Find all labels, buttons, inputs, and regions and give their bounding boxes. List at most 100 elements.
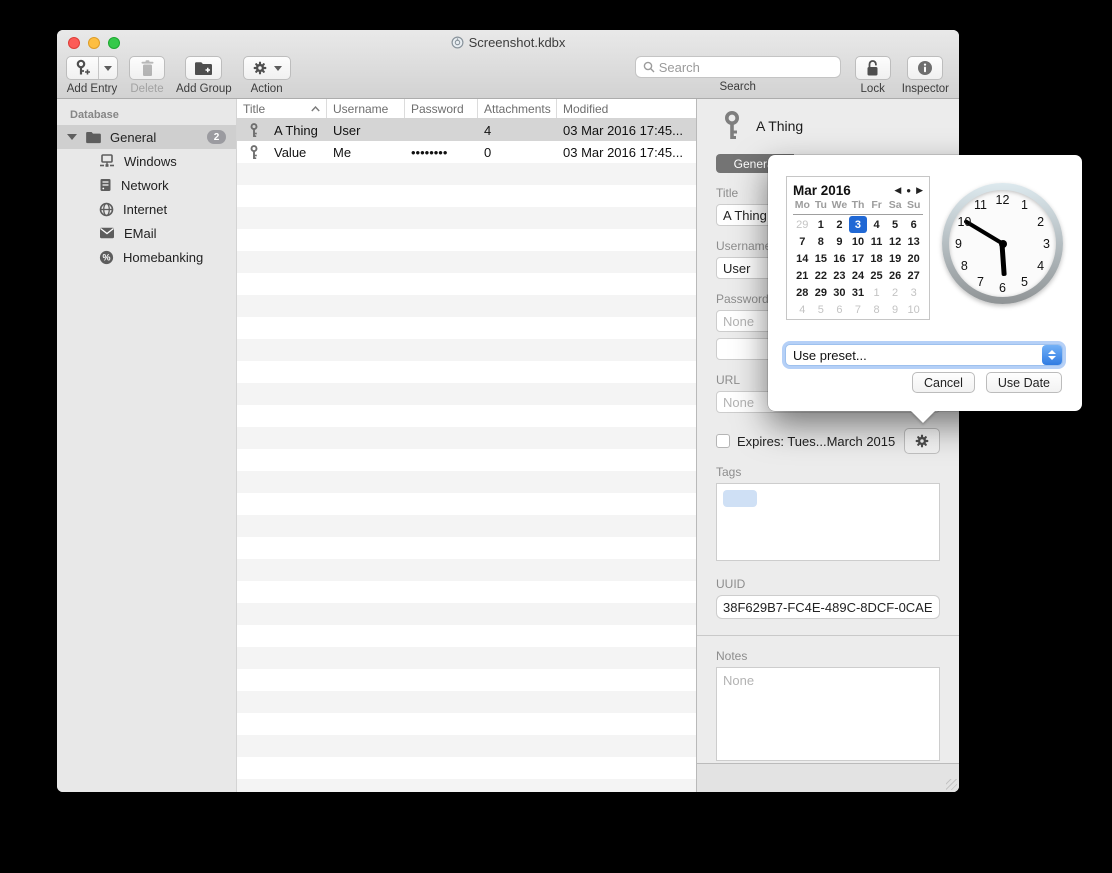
gear-icon [252,60,268,76]
sidebar-item-general[interactable]: General 2 [57,125,236,149]
action-button[interactable]: Action [243,56,291,95]
notes-field[interactable] [716,667,940,761]
calendar-day[interactable]: 7 [793,233,812,250]
delete-button[interactable]: Delete [129,56,165,95]
calendar-day[interactable]: 30 [830,284,849,301]
table-empty-row [237,427,696,449]
titlebar: Screenshot.kdbx [57,30,959,54]
sidebar-item-label: General [110,130,207,145]
calendar-day-selected[interactable]: 3 [849,216,868,233]
homebanking-icon: % [99,250,114,265]
table-cell: 0 [478,141,557,163]
sidebar-item-internet[interactable]: Internet [57,197,236,221]
calendar-prev-button[interactable]: ◀ [894,185,901,196]
column-header-attachments[interactable]: Attachments [478,99,557,118]
add-entry-button[interactable]: Add Entry [66,56,118,95]
calendar-day[interactable]: 25 [867,267,886,284]
calendar-day[interactable]: 29 [812,284,831,301]
calendar-day[interactable]: 5 [886,216,905,233]
table-row[interactable]: A ThingUser403 Mar 2016 17:45... [237,119,696,141]
calendar-day[interactable]: 4 [793,301,812,318]
calendar-day[interactable]: 6 [830,301,849,318]
calendar-day[interactable]: 22 [812,267,831,284]
calendar-day[interactable]: 20 [904,250,923,267]
calendar-day[interactable]: 10 [904,301,923,318]
table-cell: User [327,119,405,141]
table-empty-row [237,691,696,713]
table-empty-row [237,273,696,295]
calendar-day[interactable]: 15 [812,250,831,267]
calendar-day[interactable]: 2 [886,284,905,301]
table-empty-row [237,669,696,691]
uuid-field[interactable] [716,595,940,619]
calendar-day[interactable]: 31 [849,284,868,301]
calendar-today-button[interactable]: ● [906,186,911,195]
calendar-day[interactable]: 5 [812,301,831,318]
calendar-day[interactable]: 17 [849,250,868,267]
trash-icon [140,60,155,77]
folder-plus-icon [194,61,213,76]
sidebar-item-homebanking[interactable]: %Homebanking [57,245,236,269]
column-header-password[interactable]: Password [405,99,478,118]
search-input[interactable] [659,60,835,75]
calendar-day[interactable]: 11 [867,233,886,250]
calendar-day[interactable]: 27 [904,267,923,284]
expires-date-picker-button[interactable] [904,428,940,454]
calendar-day[interactable]: 6 [904,216,923,233]
calendar-day[interactable]: 2 [830,216,849,233]
add-group-button[interactable]: Add Group [176,56,232,95]
calendar-day[interactable]: 12 [886,233,905,250]
calendar-day[interactable]: 28 [793,284,812,301]
notes-label: Notes [716,649,940,663]
calendar-day[interactable]: 14 [793,250,812,267]
sidebar-item-network[interactable]: Network [57,173,236,197]
sidebar-item-email[interactable]: EMail [57,221,236,245]
calendar-day[interactable]: 21 [793,267,812,284]
calendar-day[interactable]: 8 [812,233,831,250]
calendar-day[interactable]: 7 [849,301,868,318]
chevron-down-icon[interactable] [98,57,117,79]
sidebar-section-header: Database [70,109,236,121]
clock-number: 1 [1021,198,1028,212]
calendar-day[interactable]: 23 [830,267,849,284]
app-window: Screenshot.kdbx [57,30,959,792]
calendar-day[interactable]: 18 [867,250,886,267]
calendar-day[interactable]: 24 [849,267,868,284]
calendar-day[interactable]: 13 [904,233,923,250]
column-header-modified[interactable]: Modified [557,99,696,118]
table-row[interactable]: ValueMe••••••••003 Mar 2016 17:45... [237,141,696,163]
calendar-day[interactable]: 16 [830,250,849,267]
cancel-button[interactable]: Cancel [912,372,975,393]
calendar-day[interactable]: 19 [886,250,905,267]
calendar-next-button[interactable]: ▶ [916,185,923,196]
calendar-day[interactable]: 4 [867,216,886,233]
tag-chip[interactable] [723,490,757,507]
sidebar-item-windows[interactable]: Windows [57,149,236,173]
table-empty-row [237,251,696,273]
column-header-username[interactable]: Username [327,99,405,118]
calendar-day[interactable]: 3 [904,284,923,301]
calendar: Mar 2016 ◀ ● ▶ MoTuWeThFrSaSu 2912345678… [786,176,930,320]
calendar-day[interactable]: 26 [886,267,905,284]
calendar-day[interactable]: 9 [830,233,849,250]
column-header-title[interactable]: Title [237,99,327,118]
table-cell: 03 Mar 2016 17:45... [557,119,696,141]
window-header: Screenshot.kdbx [57,30,959,99]
calendar-day[interactable]: 29 [793,216,812,233]
inspector-button[interactable]: Inspector [902,56,949,95]
table-empty-row [237,515,696,537]
calendar-day[interactable]: 10 [849,233,868,250]
calendar-day[interactable]: 1 [867,284,886,301]
preset-dropdown[interactable]: Use preset... [785,344,1063,366]
calendar-weekday-row: MoTuWeThFrSaSu [793,199,923,215]
disclosure-triangle-icon[interactable] [67,134,77,140]
use-date-button[interactable]: Use Date [986,372,1062,393]
expires-checkbox[interactable] [716,434,730,448]
table-empty-row [237,647,696,669]
lock-button[interactable]: Lock [855,56,891,95]
calendar-day[interactable]: 9 [886,301,905,318]
calendar-day[interactable]: 1 [812,216,831,233]
calendar-day[interactable]: 8 [867,301,886,318]
internet-icon [99,202,114,217]
tags-field[interactable] [716,483,940,561]
